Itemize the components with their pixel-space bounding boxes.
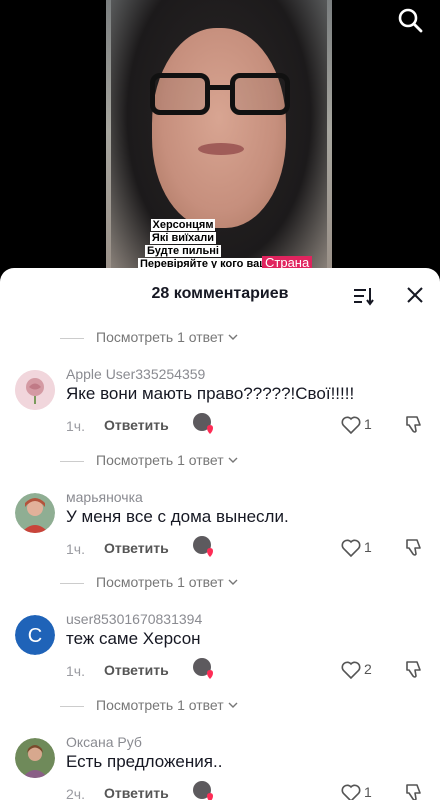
search-button[interactable] (396, 6, 424, 34)
view-replies-label: Посмотреть 1 ответ (96, 574, 224, 590)
photo-avatar-icon (15, 738, 55, 778)
like-button[interactable] (340, 537, 362, 559)
view-replies-button[interactable]: Посмотреть 1 ответ (60, 574, 238, 590)
dislike-button[interactable] (404, 659, 426, 681)
creator-liked-badge (192, 780, 216, 800)
reply-button[interactable]: Ответить (104, 417, 169, 433)
thumbs-down-icon (406, 661, 421, 678)
comment-text: теж саме Херсон (66, 629, 201, 648)
thumbs-down-icon (406, 539, 421, 556)
letter-avatar-icon: C (15, 615, 55, 655)
heart-outline-icon (341, 416, 361, 435)
reply-button[interactable]: Ответить (104, 540, 169, 556)
divider (60, 461, 84, 462)
sort-icon (354, 288, 374, 306)
comment-time: 2ч. (66, 786, 85, 800)
search-icon (398, 8, 423, 33)
chevron-down-icon (228, 702, 238, 708)
chevron-down-icon (228, 334, 238, 340)
like-count: 2 (364, 661, 372, 677)
sort-button[interactable] (352, 285, 374, 307)
dislike-button[interactable] (404, 537, 426, 559)
close-icon (407, 287, 423, 303)
dislike-button[interactable] (404, 414, 426, 436)
creator-liked-icon (193, 413, 213, 434)
video-face (152, 28, 286, 228)
like-count: 1 (364, 416, 372, 432)
creator-liked-icon (193, 658, 213, 679)
divider (60, 338, 84, 339)
view-replies-label: Посмотреть 1 ответ (96, 329, 224, 345)
comment-time: 1ч. (66, 541, 85, 557)
heart-outline-icon (341, 539, 361, 558)
chevron-down-icon (228, 579, 238, 585)
thumbs-down-icon (406, 784, 421, 800)
reply-button[interactable]: Ответить (104, 662, 169, 678)
like-button[interactable] (340, 659, 362, 681)
caption-line: Херсонцям (150, 219, 216, 231)
svg-text:C: C (28, 625, 42, 647)
comment-username[interactable]: Apple User335254359 (66, 366, 205, 382)
photo-avatar-icon (15, 493, 55, 533)
video-mouth (198, 143, 244, 155)
video-caption: Херсонцям Які виїхали Будте пильні Перев… (138, 219, 278, 271)
like-count: 1 (364, 784, 372, 800)
like-count: 1 (364, 539, 372, 555)
thumbs-down-icon (406, 416, 421, 433)
caption-line: Які виїхали (149, 232, 217, 244)
heart-outline-icon (341, 784, 361, 800)
avatar[interactable] (15, 493, 55, 533)
comments-header: 28 комментариев (0, 268, 440, 324)
dislike-button[interactable] (404, 782, 426, 800)
video-glasses (150, 73, 290, 121)
comment-username[interactable]: user85301670831394 (66, 611, 202, 627)
close-button[interactable] (406, 286, 424, 304)
comments-sheet: 28 комментариев Посмотреть 1 ответ Apple… (0, 268, 440, 800)
heart-outline-icon (341, 661, 361, 680)
like-button[interactable] (340, 414, 362, 436)
chevron-down-icon (228, 457, 238, 463)
comment-time: 1ч. (66, 418, 85, 434)
creator-liked-icon (193, 536, 213, 557)
avatar[interactable] (15, 738, 55, 778)
creator-liked-badge (192, 657, 216, 681)
comment-item: марьяночка У меня все с дома вынесли. 1ч… (0, 489, 440, 569)
creator-liked-badge (192, 535, 216, 559)
video-player[interactable]: Херсонцям Які виїхали Будте пильні Перев… (0, 0, 440, 290)
view-replies-label: Посмотреть 1 ответ (96, 452, 224, 468)
creator-liked-icon (193, 781, 213, 800)
divider (60, 706, 84, 707)
comment-username[interactable]: марьяночка (66, 489, 143, 505)
divider (60, 583, 84, 584)
like-button[interactable] (340, 782, 362, 800)
comment-time: 1ч. (66, 663, 85, 679)
view-replies-button[interactable]: Посмотреть 1 ответ (60, 452, 238, 468)
caption-line: Будте пильні (144, 245, 221, 257)
view-replies-label: Посмотреть 1 ответ (96, 697, 224, 713)
view-replies-button[interactable]: Посмотреть 1 ответ (60, 697, 238, 713)
comment-text: Есть предложения.. (66, 752, 223, 771)
comments-title: 28 комментариев (151, 285, 289, 302)
comment-text: Яке вони мають право?????!Свої!!!!! (66, 384, 355, 403)
rose-avatar-icon (15, 370, 55, 410)
comment-item: Оксана Руб Есть предложения.. 2ч. Ответи… (0, 734, 440, 800)
comment-username[interactable]: Оксана Руб (66, 734, 142, 750)
comment-text: У меня все с дома вынесли. (66, 507, 289, 526)
comment-item: C user85301670831394 теж саме Херсон 1ч.… (0, 611, 440, 691)
avatar[interactable] (15, 370, 55, 410)
creator-liked-badge (192, 412, 216, 436)
reply-button[interactable]: Ответить (104, 785, 169, 800)
view-replies-button[interactable]: Посмотреть 1 ответ (60, 329, 238, 345)
avatar[interactable]: C (15, 615, 55, 655)
comment-item: Apple User335254359 Яке вони мають право… (0, 366, 440, 446)
